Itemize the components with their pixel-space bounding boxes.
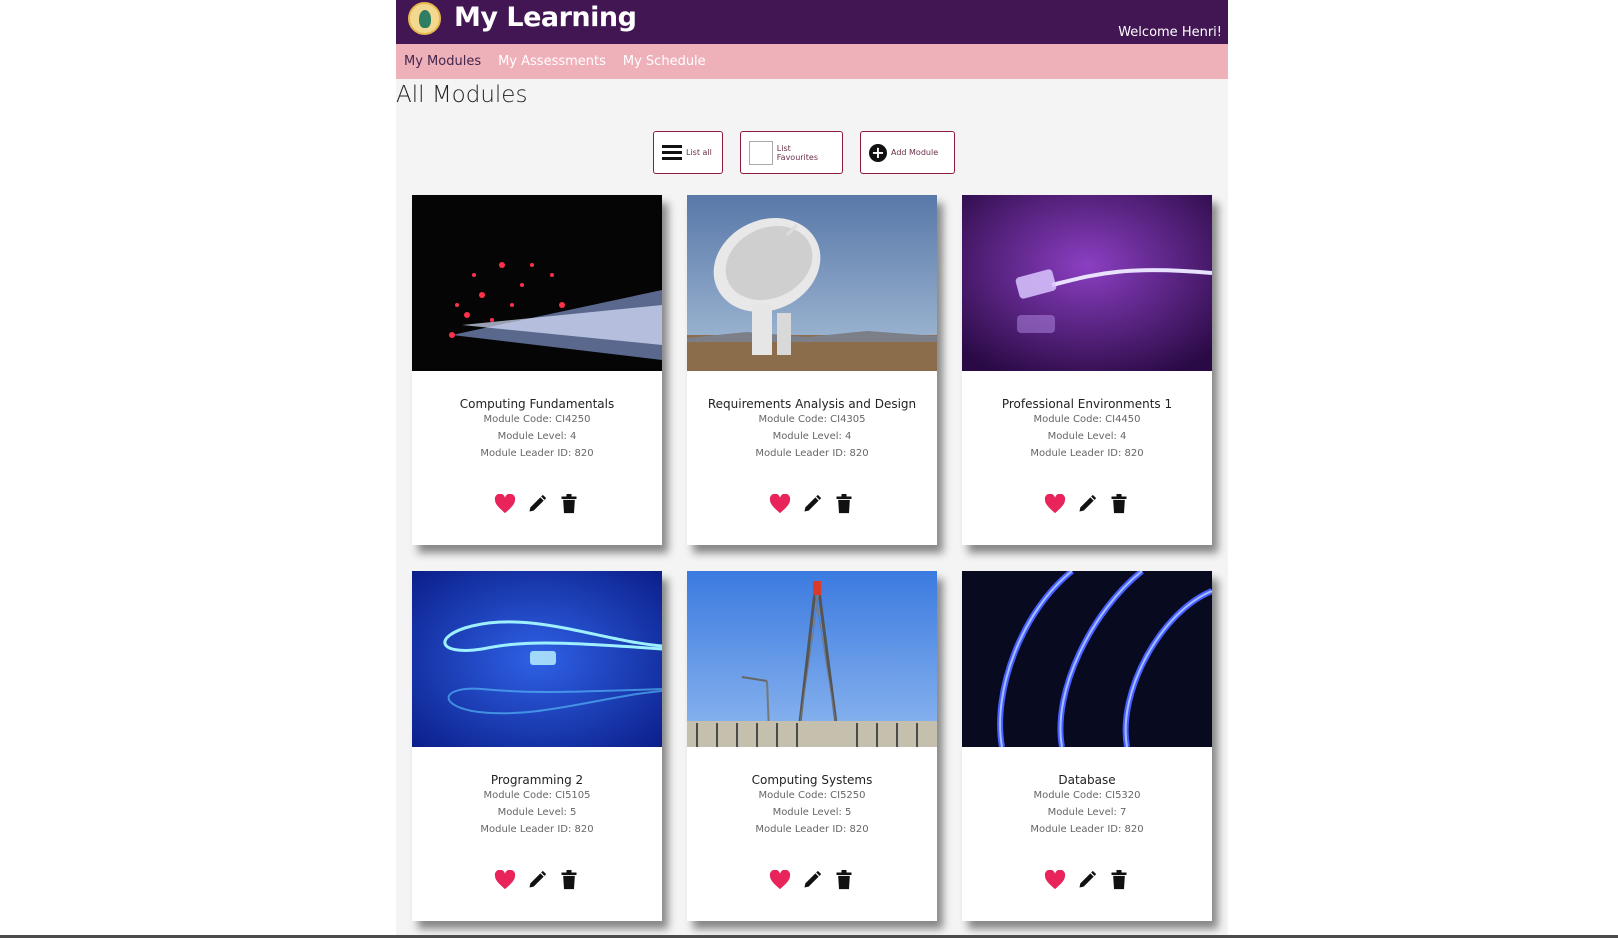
header-bar: My Learning Welcome Henri! (396, 0, 1228, 44)
list-all-button[interactable]: List all (653, 131, 723, 174)
action-toolbar: List all List Favourites + Add Module (396, 131, 1228, 176)
nav-item-my-assessments[interactable]: My Assessments (498, 54, 606, 69)
module-code: Module Code: CI5320 (1033, 790, 1141, 801)
module-leader-id: Module Leader ID: 820 (755, 824, 869, 835)
module-code: Module Code: CI4450 (1033, 414, 1141, 425)
heart-icon[interactable] (1044, 493, 1066, 515)
module-name: Professional Environments 1 (1001, 397, 1173, 411)
pencil-icon[interactable] (801, 493, 823, 515)
app-title: My Learning (454, 2, 637, 33)
pencil-icon[interactable] (1076, 869, 1098, 891)
broken-image-icon (749, 140, 773, 165)
card-actions (412, 493, 662, 515)
card-actions (962, 869, 1212, 891)
trash-icon[interactable] (833, 869, 855, 891)
module-leader-id: Module Leader ID: 820 (480, 824, 594, 835)
module-name: Computing Systems (751, 773, 873, 787)
add-module-label: Add Module (891, 148, 939, 157)
module-card[interactable]: Professional Environments 1 Module Code:… (962, 195, 1212, 545)
module-card[interactable]: Computing Systems Module Code: CI5250 Mo… (687, 571, 937, 921)
module-level: Module Level: 4 (772, 431, 852, 442)
module-code: Module Code: CI5250 (758, 790, 866, 801)
module-leader-id: Module Leader ID: 820 (1030, 824, 1144, 835)
module-level: Module Level: 5 (497, 807, 577, 818)
trash-icon[interactable] (558, 493, 580, 515)
module-level: Module Level: 7 (1047, 807, 1127, 818)
list-icon (662, 144, 682, 161)
module-level: Module Level: 5 (772, 807, 852, 818)
module-image-radio-telescope (687, 195, 937, 371)
pencil-icon[interactable] (801, 869, 823, 891)
pencil-icon[interactable] (526, 493, 548, 515)
module-code: Module Code: CI4250 (483, 414, 591, 425)
module-image-network-cable-blue (412, 571, 662, 747)
trash-icon[interactable] (558, 869, 580, 891)
module-name: Database (1058, 773, 1116, 787)
module-level: Module Level: 4 (1047, 431, 1127, 442)
card-actions (687, 493, 937, 515)
nav-item-my-schedule[interactable]: My Schedule (623, 54, 706, 69)
module-leader-id: Module Leader ID: 820 (755, 448, 869, 459)
heart-icon[interactable] (494, 869, 516, 891)
heart-icon[interactable] (1044, 869, 1066, 891)
module-level: Module Level: 4 (497, 431, 577, 442)
trash-icon[interactable] (833, 493, 855, 515)
module-card[interactable]: Database Module Code: CI5320 Module Leve… (962, 571, 1212, 921)
pencil-icon[interactable] (1076, 493, 1098, 515)
list-favourites-label: List Favourites (776, 143, 819, 162)
trash-icon[interactable] (1108, 493, 1130, 515)
module-card[interactable]: Computing Fundamentals Module Code: CI42… (412, 195, 662, 545)
module-image-fiber-optics (412, 195, 662, 371)
list-all-label: List all (686, 148, 712, 157)
module-leader-id: Module Leader ID: 820 (480, 448, 594, 459)
module-card[interactable]: Requirements Analysis and Design Module … (687, 195, 937, 545)
heart-icon[interactable] (769, 869, 791, 891)
nav-bar: My Modules My Assessments My Schedule (396, 44, 1228, 79)
heart-icon[interactable] (769, 493, 791, 515)
card-actions (962, 493, 1212, 515)
page-title: All Modules (396, 82, 528, 108)
module-leader-id: Module Leader ID: 820 (1030, 448, 1144, 459)
pencil-icon[interactable] (526, 869, 548, 891)
welcome-message: Welcome Henri! (1118, 25, 1222, 40)
module-card[interactable]: Programming 2 Module Code: CI5105 Module… (412, 571, 662, 921)
app-container: My Learning Welcome Henri! My Modules My… (396, 0, 1228, 938)
trash-icon[interactable] (1108, 869, 1130, 891)
module-name: Programming 2 (490, 773, 584, 787)
module-image-network-cable-purple (962, 195, 1212, 371)
list-favourites-button[interactable]: List Favourites (740, 131, 843, 174)
module-code: Module Code: CI4305 (758, 414, 866, 425)
add-module-button[interactable]: + Add Module (860, 131, 955, 174)
card-actions (412, 869, 662, 891)
nav-item-my-modules[interactable]: My Modules (404, 54, 481, 69)
card-actions (687, 869, 937, 891)
module-image-transmission-tower (687, 571, 937, 747)
module-code: Module Code: CI5105 (483, 790, 591, 801)
logo-icon (408, 2, 441, 35)
plus-icon: + (869, 143, 887, 162)
module-name: Requirements Analysis and Design (707, 397, 917, 411)
module-image-keypad (962, 571, 1212, 747)
module-name: Computing Fundamentals (459, 397, 615, 411)
heart-icon[interactable] (494, 493, 516, 515)
